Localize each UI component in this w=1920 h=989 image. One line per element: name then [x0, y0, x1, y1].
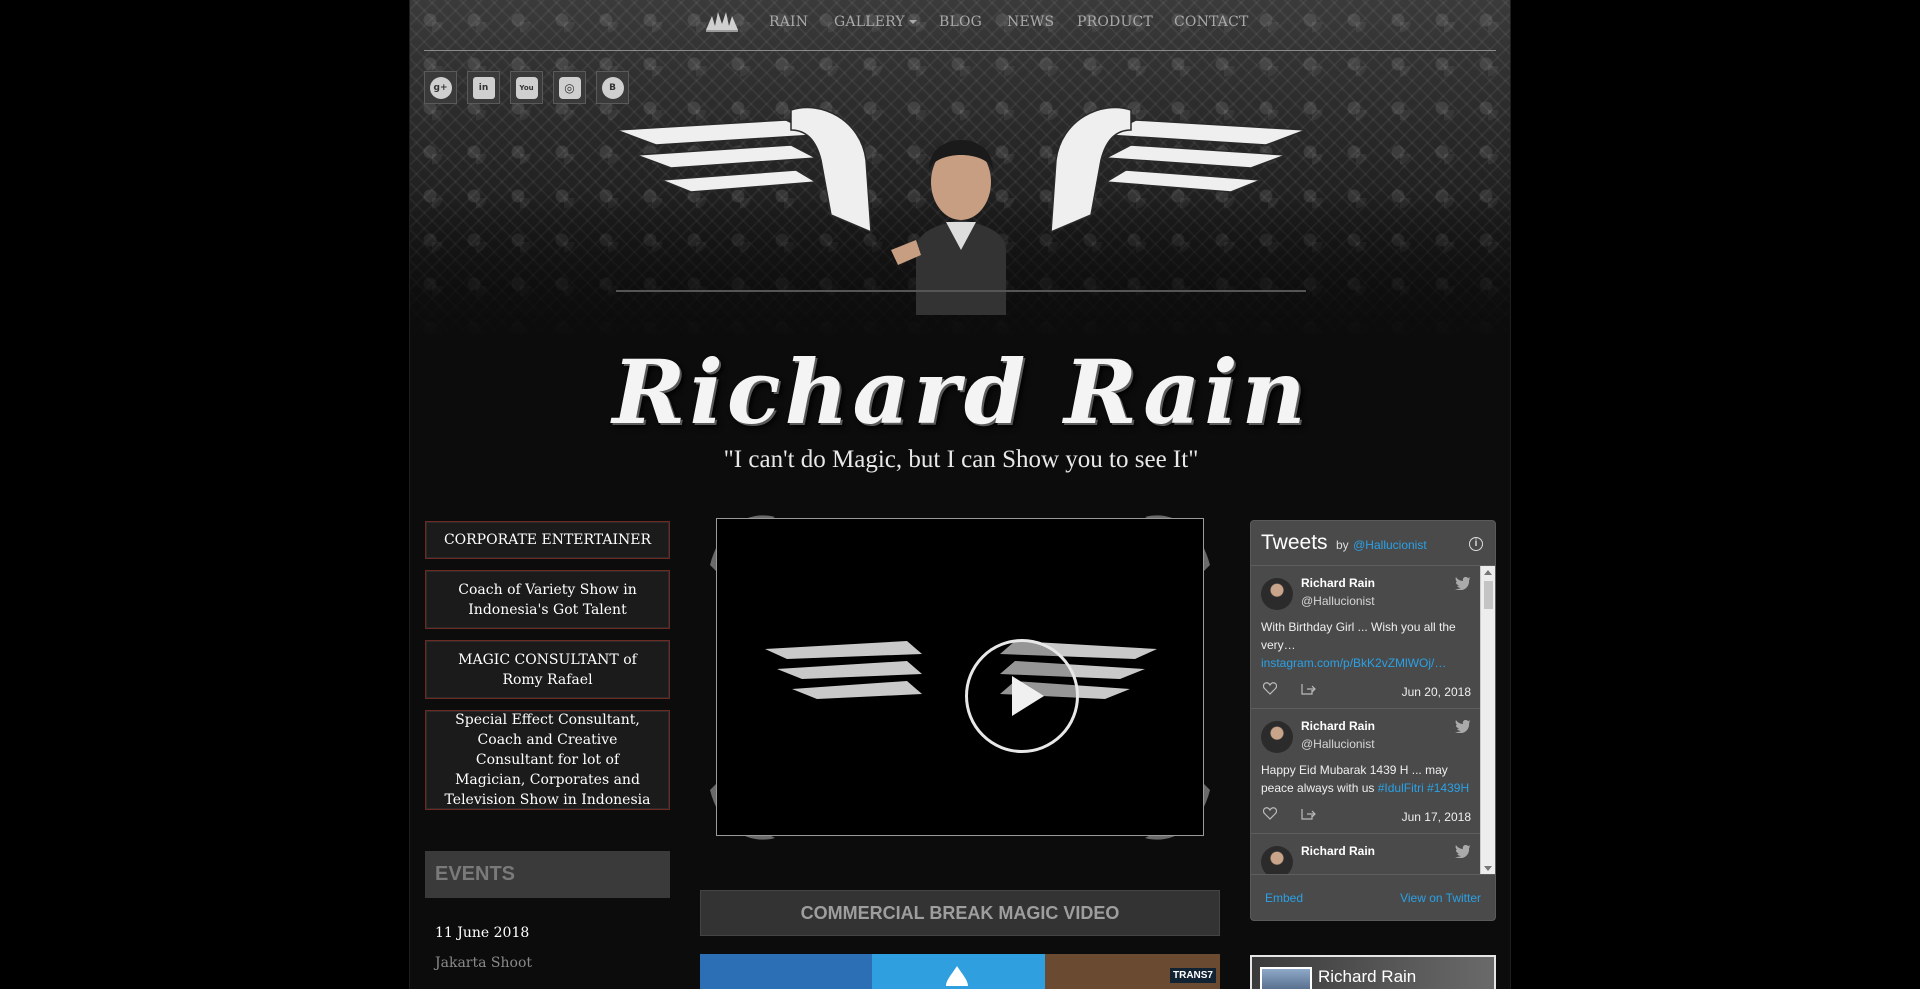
instagram-link[interactable]: ◎ — [553, 71, 586, 104]
share-icon[interactable] — [1301, 807, 1317, 820]
heart-icon[interactable] — [1263, 807, 1277, 820]
info-icon[interactable]: i — [1469, 537, 1483, 551]
linkedin-link[interactable]: in — [467, 71, 500, 104]
facebook-page-avatar[interactable] — [1260, 967, 1312, 989]
water-drop-icon — [946, 966, 968, 986]
tweet-author-name[interactable]: Richard Rain — [1301, 576, 1471, 590]
twitter-bird-icon[interactable] — [1455, 719, 1471, 733]
google-plus-icon: g+ — [429, 76, 452, 99]
tweet-author-name[interactable]: Richard Rain — [1301, 719, 1471, 733]
page-container: RAIN GALLERY BLOG NEWS PRODUCT CONTACT g… — [409, 0, 1511, 989]
tweet-list[interactable]: Richard Rain @Hallucionist With Birthday… — [1251, 566, 1481, 875]
event-date: 11 June 2018 — [435, 925, 530, 941]
avatar[interactable] — [1261, 578, 1293, 610]
twitter-handle-link[interactable]: @Hallucionist — [1353, 538, 1427, 552]
nav-item-news[interactable]: NEWS — [1007, 14, 1054, 30]
role-magic-consultant: MAGIC CONSULTANT of Romy Rafael — [425, 640, 670, 699]
play-button[interactable] — [965, 639, 1079, 753]
nav-item-gallery-label: GALLERY — [834, 14, 905, 30]
magician-portrait — [891, 140, 1006, 315]
scroll-down-arrow-icon[interactable] — [1484, 866, 1492, 871]
view-on-twitter-link[interactable]: View on Twitter — [1400, 891, 1481, 905]
tweet-author-handle[interactable]: @Hallucionist — [1301, 594, 1471, 608]
role-special-effect-consultant: Special Effect Consultant, Coach and Cre… — [425, 710, 670, 810]
scrollbar-thumb[interactable] — [1484, 581, 1493, 609]
heart-icon[interactable] — [1263, 682, 1277, 695]
chevron-down-icon — [908, 20, 917, 24]
facebook-page-widget[interactable]: Richard Rain — [1250, 955, 1496, 989]
tweet-text: Happy Eid Mubarak 1439 H ... may peace a… — [1261, 761, 1471, 797]
video-screen[interactable] — [716, 518, 1204, 836]
instagram-icon: ◎ — [558, 76, 581, 99]
twitter-widget-header: Tweets by @Hallucionist i — [1251, 521, 1495, 566]
facebook-page-name[interactable]: Richard Rain — [1318, 967, 1416, 987]
video-thumbnail-2[interactable] — [872, 954, 1045, 989]
twitter-by-label: by — [1335, 538, 1349, 552]
linkedin-glyph: in — [478, 82, 489, 93]
brand-title: Richard Rain — [612, 340, 1310, 444]
tweet-hashtags[interactable]: #IdulFitri #1439H — [1378, 781, 1469, 795]
avatar[interactable] — [1261, 846, 1293, 875]
video-player[interactable] — [700, 505, 1220, 850]
tweet-body-text: With Birthday Girl ... Wish you all the … — [1261, 620, 1456, 652]
trans7-badge: TRANS7 — [1169, 968, 1216, 983]
embed-link[interactable]: Embed — [1265, 891, 1303, 905]
tweet-date[interactable]: Jun 17, 2018 — [1402, 810, 1471, 824]
top-navbar: RAIN GALLERY BLOG NEWS PRODUCT CONTACT — [424, 0, 1496, 51]
left-gutter — [0, 0, 409, 989]
video-thumbnail-3[interactable]: TRANS7 — [1045, 954, 1220, 989]
google-plus-glyph: g+ — [433, 82, 448, 93]
site-logo-icon[interactable] — [704, 8, 740, 34]
role-corporate-entertainer: CORPORATE ENTERTAINER — [425, 521, 670, 559]
twitter-widget-title: Tweets — [1261, 531, 1328, 554]
tweet-text: With Birthday Girl ... Wish you all the … — [1261, 618, 1471, 672]
tweet-item[interactable]: Richard Rain @Hallucionist Happy Eid Mub… — [1251, 709, 1481, 834]
tweet-actions: Jun 17, 2018 — [1261, 797, 1471, 833]
tweet-list-scrollbar[interactable] — [1480, 566, 1495, 875]
tweet-author-handle[interactable]: @Hallucionist — [1301, 737, 1471, 751]
event-title[interactable]: Jakarta Shoot — [435, 955, 532, 971]
youtube-link[interactable]: You — [510, 71, 543, 104]
tweet-date[interactable]: Jun 20, 2018 — [1402, 685, 1471, 699]
nav-item-gallery[interactable]: GALLERY — [834, 14, 917, 30]
twitter-widget: Tweets by @Hallucionist i Richard Rain @… — [1250, 520, 1496, 921]
google-plus-link[interactable]: g+ — [424, 71, 457, 104]
tweet-author-name[interactable]: Richard Rain — [1301, 844, 1471, 858]
events-heading: EVENTS — [425, 851, 670, 898]
video-emblem — [765, 641, 1157, 699]
tweet-link[interactable]: instagram.com/p/BkK2vZMlWOj/… — [1261, 656, 1446, 670]
linkedin-icon: in — [472, 76, 495, 99]
commercial-video-heading: COMMERCIAL BREAK MAGIC VIDEO — [700, 890, 1220, 936]
role-variety-show-coach: Coach of Variety Show in Indonesia's Got… — [425, 570, 670, 629]
share-icon[interactable] — [1301, 682, 1317, 695]
nav-item-rain[interactable]: RAIN — [769, 14, 808, 30]
right-gutter — [1511, 0, 1920, 989]
tweet-item[interactable]: Richard Rain — [1251, 834, 1481, 875]
youtube-icon: You — [515, 76, 538, 99]
blogger-icon: B — [601, 76, 624, 99]
blogger-glyph: B — [609, 82, 616, 93]
avatar[interactable] — [1261, 721, 1293, 753]
twitter-bird-icon[interactable] — [1455, 576, 1471, 590]
instagram-glyph: ◎ — [564, 80, 575, 95]
youtube-glyph: You — [519, 83, 534, 92]
rr-wing-emblem — [616, 106, 1306, 315]
nav-item-product[interactable]: PRODUCT — [1077, 14, 1153, 30]
video-thumbnail-1[interactable] — [700, 954, 872, 989]
twitter-widget-footer: Embed View on Twitter — [1251, 874, 1495, 920]
nav-item-blog[interactable]: BLOG — [939, 14, 982, 30]
tagline: "I can't do Magic, but I can Show you to… — [723, 446, 1199, 473]
tweet-item[interactable]: Richard Rain @Hallucionist With Birthday… — [1251, 566, 1481, 709]
tweet-actions: Jun 20, 2018 — [1261, 672, 1471, 708]
scroll-up-arrow-icon[interactable] — [1484, 570, 1492, 575]
twitter-bird-icon[interactable] — [1455, 844, 1471, 858]
nav-item-contact[interactable]: CONTACT — [1174, 14, 1249, 30]
